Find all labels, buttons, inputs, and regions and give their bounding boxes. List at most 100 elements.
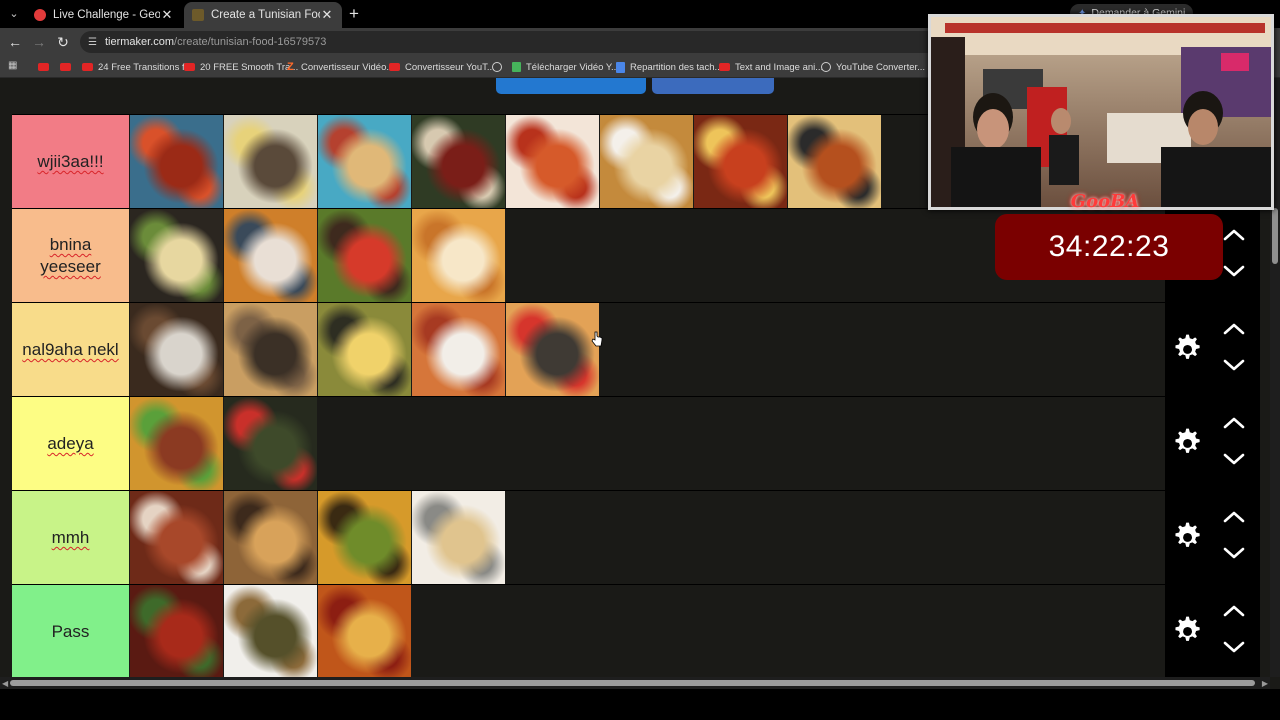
chevron-down-icon[interactable] <box>1220 638 1248 656</box>
chevron-down-icon[interactable] <box>1220 450 1248 468</box>
bookmark-item[interactable]: Repartition des tach... <box>616 59 722 75</box>
site-info-icon[interactable]: ☰ <box>88 37 97 48</box>
youtube-icon <box>60 63 71 71</box>
soup-bowl-image[interactable] <box>412 115 505 208</box>
chevron-down-icon[interactable] <box>1220 356 1248 374</box>
shakshuka-image[interactable] <box>694 115 787 208</box>
tier-label[interactable]: mmh <box>12 491 129 585</box>
chevron-up-icon[interactable] <box>1220 508 1248 526</box>
tier-controls <box>1165 584 1260 678</box>
baguette-sandwich-image[interactable] <box>506 303 599 396</box>
bookmark-item[interactable] <box>60 59 76 75</box>
brik-pastry-image[interactable] <box>412 209 505 302</box>
gear-icon[interactable] <box>1171 426 1205 460</box>
veggie-couscous-image[interactable] <box>318 491 411 584</box>
pasta-skillet-image[interactable] <box>130 209 223 302</box>
scroll-right-icon[interactable]: ▶ <box>1262 679 1268 688</box>
address-bar[interactable]: ☰ tiermaker.com /create/tunisian-food-16… <box>80 31 940 53</box>
tier-label[interactable]: wjii3aa!!! <box>12 115 129 209</box>
url-host: tiermaker.com <box>104 36 175 48</box>
tier-label[interactable]: adeya <box>12 397 129 491</box>
beef-eggs-plate-image[interactable] <box>224 115 317 208</box>
tier-label-text: mmh <box>51 528 90 547</box>
gear-icon[interactable] <box>1171 614 1205 648</box>
spaghetti-dish-image[interactable] <box>130 115 223 208</box>
lamb-chickpeas-image[interactable] <box>224 491 317 584</box>
reset-button[interactable] <box>652 78 774 94</box>
chevron-up-icon[interactable] <box>1220 602 1248 620</box>
back-arrow-icon[interactable]: ← <box>6 33 24 51</box>
bookmark-label: YouTube Converter... <box>836 61 926 73</box>
bookmark-label: Télécharger Vidéo Y... <box>526 61 619 73</box>
orange-soup-image[interactable] <box>224 209 317 302</box>
new-tab-button[interactable]: + <box>346 5 362 23</box>
tab-close-icon[interactable]: ✕ <box>320 7 334 23</box>
tier-label[interactable]: Pass <box>12 585 129 679</box>
url-path: /create/tunisian-food-16579573 <box>174 36 327 48</box>
bookmark-label: Repartition des tach... <box>630 61 723 73</box>
download-icon <box>512 62 521 72</box>
bookmark-item[interactable]: Text and Image ani... <box>719 59 823 75</box>
tab-tiermaker[interactable]: Create a Tunisian Food Tier List ✕ <box>184 2 342 28</box>
tab-search-icon[interactable]: ⌄ <box>6 6 22 22</box>
streamer-webcam <box>928 14 1274 210</box>
grilled-meat-image[interactable] <box>130 303 223 396</box>
gear-icon[interactable] <box>1171 332 1205 366</box>
flatbread-image[interactable] <box>224 303 317 396</box>
fricassee-rolls-image[interactable] <box>412 303 505 396</box>
scroll-left-icon[interactable]: ◀ <box>2 679 8 688</box>
wrap-sandwich-image[interactable] <box>318 115 411 208</box>
bookmark-label: 24 Free Transitions f... <box>98 61 193 73</box>
scroll-thumb[interactable] <box>10 680 1255 686</box>
chevron-up-icon[interactable] <box>1220 320 1248 338</box>
geoguessr-pin-icon <box>34 9 46 21</box>
tier-items <box>130 115 882 209</box>
chevron-up-icon[interactable] <box>1220 414 1248 432</box>
couscous-platter-image[interactable] <box>130 397 223 490</box>
tab-close-icon[interactable]: ✕ <box>160 7 174 23</box>
chevron-down-icon[interactable] <box>1220 544 1248 562</box>
chevron-up-icon[interactable] <box>1220 226 1248 244</box>
tab-geoguessr[interactable]: Live Challenge - GeoGuessr ✕ <box>26 2 182 28</box>
bookmark-item[interactable]: 20 FREE Smooth Tra... <box>184 59 298 75</box>
tier-row: mmh <box>12 490 1165 585</box>
crepe-plate-image[interactable] <box>600 115 693 208</box>
bookmark-item[interactable]: YouTube Converter... <box>821 59 925 75</box>
tier-label[interactable]: nal9aha nekl <box>12 303 129 397</box>
bookmark-item[interactable] <box>38 59 54 75</box>
horizontal-scrollbar[interactable]: ◀ ▶ <box>0 677 1270 689</box>
chevron-down-icon[interactable] <box>1220 262 1248 280</box>
grilled-salad-image[interactable] <box>318 209 411 302</box>
tier-controls <box>1165 396 1260 490</box>
bookmark-item[interactable]: 24 Free Transitions f... <box>82 59 193 75</box>
apps-grid-icon[interactable]: ▦ <box>8 60 20 72</box>
couscous-fries-image[interactable] <box>318 303 411 396</box>
youtube-icon <box>38 63 49 71</box>
docs-icon <box>616 61 625 73</box>
tier-items <box>130 491 506 585</box>
tomato-stew-image[interactable] <box>130 585 223 678</box>
tier-items <box>130 397 318 491</box>
forward-arrow-icon[interactable]: → <box>30 33 48 51</box>
gear-icon[interactable] <box>1171 520 1205 554</box>
tier-row: adeya <box>12 396 1165 491</box>
bookmark-label: Convertisseur YouT... <box>405 61 495 73</box>
bookmark-item[interactable] <box>492 59 507 75</box>
mloukhia-stew-image[interactable] <box>224 397 317 490</box>
pizza-image[interactable] <box>506 115 599 208</box>
bookmark-label: Convertisseur Vidéo... <box>301 61 395 73</box>
bookmark-item[interactable]: Z Convertisseur Vidéo... <box>287 59 394 75</box>
bookmark-item[interactable]: Convertisseur YouT... <box>389 59 495 75</box>
fries-pizza-image[interactable] <box>788 115 881 208</box>
tab-title: Create a Tunisian Food Tier List <box>211 9 320 21</box>
reload-icon[interactable]: ↻ <box>54 33 72 51</box>
save-download-button[interactable] <box>496 78 646 94</box>
potato-tagine-image[interactable] <box>318 585 411 678</box>
tier-label[interactable]: bnina yeeseer <box>12 209 129 303</box>
bookmark-item[interactable]: Télécharger Vidéo Y... <box>512 59 619 75</box>
stream-brand-logo: GooBA <box>1070 191 1140 212</box>
scroll-thumb[interactable] <box>1272 208 1278 264</box>
green-stew-image[interactable] <box>224 585 317 678</box>
meat-stew-image[interactable] <box>130 491 223 584</box>
crepe-image[interactable] <box>412 491 505 584</box>
